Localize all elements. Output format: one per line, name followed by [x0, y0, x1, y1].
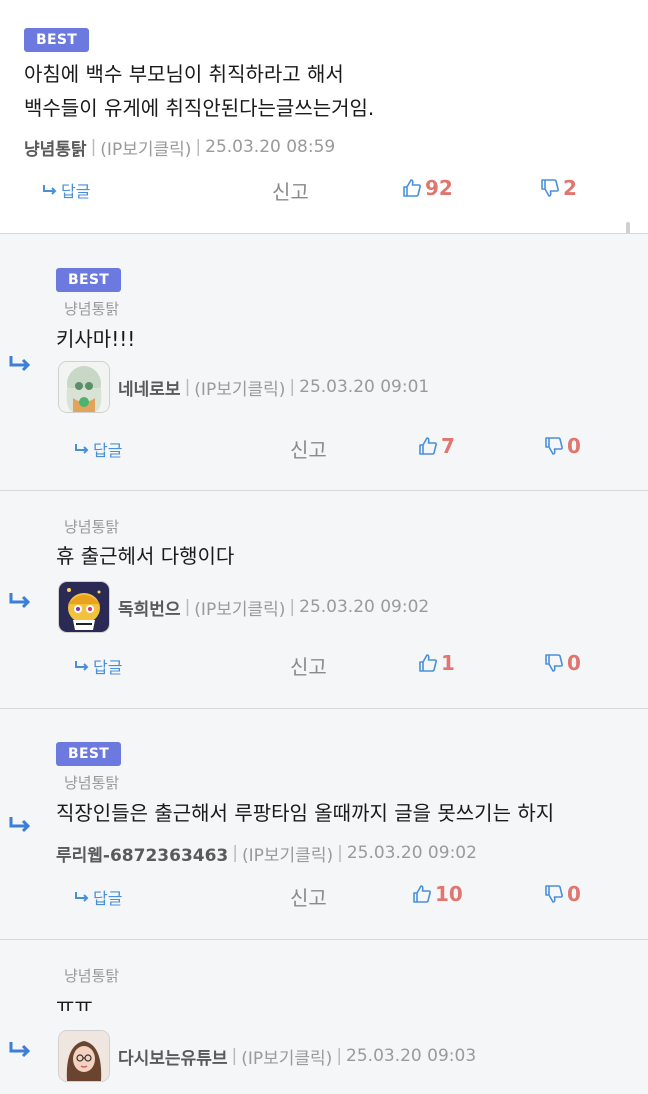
- comment-text-line-2: 백수들이 유게에 취직안된다는글쓰는거임.: [24, 96, 375, 120]
- comment-text: 휴 출근헤서 다행이다: [56, 544, 235, 568]
- comment-meta: 독희번으 | (IP보기클릭) | 25.03.20 09:02: [58, 581, 429, 633]
- ip-view-link[interactable]: (IP보기클릭): [242, 841, 333, 866]
- dislike-button[interactable]: 0: [544, 651, 581, 675]
- report-button[interactable]: 신고: [290, 882, 327, 911]
- reply-target-name: 냥념통탉: [64, 300, 120, 318]
- like-button[interactable]: 92: [402, 176, 453, 200]
- avatar[interactable]: [58, 581, 110, 633]
- comment-meta: 네네로보 | (IP보기클릭) | 25.03.20 09:01: [58, 361, 429, 413]
- comment-meta: 루리웹-6872363463 | (IP보기클릭) | 25.03.20 09:…: [56, 833, 477, 873]
- separator: |: [184, 597, 191, 617]
- dislike-count: 0: [567, 434, 581, 458]
- dislike-count: 0: [567, 651, 581, 675]
- like-count: 7: [441, 434, 455, 458]
- thumbs-down-icon: [540, 178, 560, 198]
- author-name[interactable]: 루리웹-6872363463: [56, 841, 228, 866]
- avatar[interactable]: [58, 361, 110, 413]
- comment-time: 25.03.20 09:01: [299, 377, 430, 397]
- comment-text: 직장인들은 출근해서 루팡타임 올때까지 글을 못쓰기는 하지: [56, 801, 555, 825]
- author-name[interactable]: 다시보는유튜브: [118, 1044, 227, 1069]
- best-badge: BEST: [56, 742, 122, 766]
- reply-label: 답글: [61, 182, 91, 201]
- reply-target-name: 냥념통탉: [64, 518, 120, 536]
- comment-best-1: BEST 아침에 백수 부모님이 취직하라고 해서 백수들이 유게에 취직안된다…: [0, 0, 648, 233]
- author-name[interactable]: 독희번으: [118, 595, 181, 620]
- best-badge: BEST: [56, 268, 122, 292]
- ip-view-link[interactable]: (IP보기클릭): [100, 135, 191, 160]
- separator: |: [289, 377, 296, 397]
- thumbs-up-icon: [418, 436, 438, 456]
- reply-arrow-icon: [42, 184, 58, 196]
- reply-arrow-icon: [74, 891, 90, 903]
- thumbs-up-icon: [412, 884, 432, 904]
- reply-label: 답글: [93, 889, 123, 908]
- report-button[interactable]: 신고: [290, 434, 327, 463]
- reply-button[interactable]: 답글: [74, 654, 122, 678]
- reply-comment: 냥념통탉 휴 출근헤서 다행이다 독희번으 | (IP보기클릭) | 25.03…: [0, 490, 648, 708]
- reply-button[interactable]: 답글: [74, 885, 122, 909]
- reply-arrow-icon: [9, 1042, 31, 1058]
- best-badge: BEST: [24, 28, 90, 52]
- comment-time: 25.03.20 09:02: [299, 597, 430, 617]
- reply-label: 답글: [93, 658, 123, 677]
- separator: |: [289, 597, 296, 617]
- reply-comment: 냥념통탉 ㅠㅠ 다시보는유튜브 | (IP보기클릭) | 25.03.20 09…: [0, 939, 648, 1094]
- thumbs-down-icon: [544, 884, 564, 904]
- comment-text: 키사마!!!: [56, 327, 136, 351]
- dislike-count: 0: [567, 882, 581, 906]
- reply-button[interactable]: 답글: [74, 437, 122, 461]
- reply-arrow-icon: [9, 593, 31, 609]
- separator: |: [231, 1046, 238, 1066]
- like-button[interactable]: 1: [418, 651, 455, 675]
- like-count: 92: [425, 176, 453, 200]
- thumbs-up-icon: [402, 178, 422, 198]
- separator: |: [336, 1046, 343, 1066]
- like-count: 1: [441, 651, 455, 675]
- comment-meta: 냥념통탉 | (IP보기클릭) | 25.03.20 08:59: [24, 127, 335, 167]
- ip-view-link[interactable]: (IP보기클릭): [194, 595, 285, 620]
- reply-arrow-icon: [9, 356, 31, 372]
- comment-time: 25.03.20 09:02: [346, 843, 477, 863]
- reply-arrow-icon: [74, 660, 90, 672]
- separator: |: [90, 137, 97, 157]
- reply-comment: BEST 냥념통탉 직장인들은 출근해서 루팡타임 올때까지 글을 못쓰기는 하…: [0, 708, 648, 939]
- reply-comment: BEST 냥념통탉 키사마!!! 네네로보 | (IP보기클릭) | 25.03…: [0, 233, 648, 490]
- thumbs-up-icon: [418, 653, 438, 673]
- dislike-count: 2: [563, 176, 577, 200]
- comment-text-line-1: 아침에 백수 부모님이 취직하라고 해서: [24, 62, 344, 86]
- separator: |: [195, 137, 202, 157]
- thumbs-down-icon: [544, 436, 564, 456]
- ip-view-link[interactable]: (IP보기클릭): [194, 375, 285, 400]
- ip-view-link[interactable]: (IP보기클릭): [241, 1044, 332, 1069]
- separator: |: [232, 843, 238, 863]
- author-name[interactable]: 네네로보: [118, 375, 181, 400]
- comment-text: ㅠㅠ: [56, 993, 93, 1017]
- reply-arrow-icon: [74, 443, 90, 455]
- dislike-button[interactable]: 2: [540, 176, 577, 200]
- like-count: 10: [435, 882, 463, 906]
- report-button[interactable]: 신고: [272, 176, 309, 205]
- reply-arrow-icon: [9, 817, 31, 833]
- comment-time: 25.03.20 08:59: [205, 137, 336, 157]
- separator: |: [184, 377, 191, 397]
- reply-target-name: 냥념통탉: [64, 967, 120, 985]
- report-button[interactable]: 신고: [290, 651, 327, 680]
- dislike-button[interactable]: 0: [544, 882, 581, 906]
- author-name[interactable]: 냥념통탉: [24, 135, 87, 160]
- reply-label: 답글: [93, 441, 123, 460]
- separator: |: [337, 843, 343, 863]
- avatar[interactable]: [58, 1030, 110, 1082]
- like-button[interactable]: 7: [418, 434, 455, 458]
- comment-meta: 다시보는유튜브 | (IP보기클릭) | 25.03.20 09:03: [58, 1030, 476, 1082]
- comment-time: 25.03.20 09:03: [346, 1046, 477, 1066]
- dislike-button[interactable]: 0: [544, 434, 581, 458]
- like-button[interactable]: 10: [412, 882, 463, 906]
- thumbs-down-icon: [544, 653, 564, 673]
- reply-button[interactable]: 답글: [42, 178, 90, 202]
- reply-target-name: 냥념통탉: [64, 774, 120, 792]
